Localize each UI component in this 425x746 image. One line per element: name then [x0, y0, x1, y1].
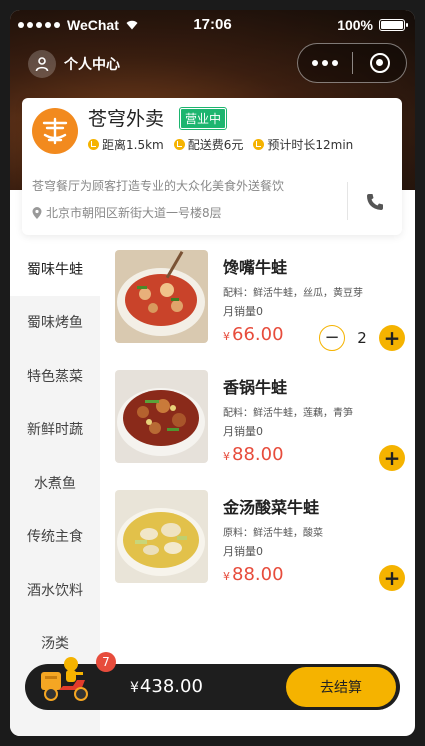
delivery-time-text: 预计时长12min	[267, 138, 354, 152]
product-price: ¥88.00	[223, 444, 284, 465]
divider	[347, 182, 348, 220]
product-name: 金汤酸菜牛蛙	[223, 498, 320, 517]
product-list: 馋嘴牛蛙 配料：鲜活牛蛙，丝瓜，黄豆芽 月销量0 ¥66.00 − 2 + 香锅…	[100, 242, 415, 672]
product-name: 香锅牛蛙	[223, 378, 288, 397]
category-item[interactable]: 新鲜时蔬	[10, 403, 100, 457]
category-item[interactable]: 酒水饮料	[10, 563, 100, 617]
product-image	[115, 490, 208, 583]
battery-percent: 100%	[337, 17, 373, 33]
category-item[interactable]: 特色蒸菜	[10, 349, 100, 403]
quantity-stepper: − 2 +	[319, 325, 405, 351]
add-to-cart-button[interactable]: +	[379, 325, 405, 351]
target-icon	[369, 53, 390, 73]
add-to-cart-button[interactable]: +	[379, 445, 405, 471]
product-item[interactable]: 馋嘴牛蛙 配料：鲜活牛蛙，丝瓜，黄豆芽 月销量0 ¥66.00 − 2 +	[115, 242, 415, 351]
cart-count-badge: 7	[96, 652, 116, 672]
category-item[interactable]: 蜀味烤鱼	[10, 296, 100, 350]
product-item[interactable]: 香锅牛蛙 配料：鲜活牛蛙，莲藕，青笋 月销量0 ¥88.00 +	[115, 362, 415, 471]
product-price: ¥66.00	[223, 324, 284, 345]
profile-label: 个人中心	[64, 57, 120, 73]
product-ingredients: 配料：鲜活牛蛙，莲藕，青笋	[223, 408, 353, 419]
checkout-button[interactable]: 去结算	[286, 667, 396, 707]
quantity-value: 2	[357, 329, 367, 347]
person-icon	[28, 50, 56, 78]
product-item[interactable]: 金汤酸菜牛蛙 原料：鲜活牛蛙，酸菜 月销量0 ¥88.00 +	[115, 482, 415, 591]
status-badge: 营业中	[178, 107, 228, 130]
product-monthly-sales: 月销量0	[223, 305, 263, 318]
product-monthly-sales: 月销量0	[223, 545, 263, 558]
delivery-fee-text: 配送费6元	[187, 138, 244, 152]
product-monthly-sales: 月销量0	[223, 425, 263, 438]
mini-program-capsule	[297, 43, 407, 83]
category-item[interactable]: 水煮鱼	[10, 456, 100, 510]
cart-bar: 7 ¥438.00 去结算	[25, 652, 400, 710]
distance-text: 距离1.5km	[102, 138, 164, 152]
phone-icon	[367, 194, 383, 210]
profile-button[interactable]: 个人中心	[28, 50, 120, 78]
shop-description: 苍穹餐厅为顾客打造专业的大众化美食外送餐饮	[32, 179, 285, 193]
delivery-fee-icon	[173, 139, 185, 150]
location-pin-icon	[32, 206, 42, 219]
shop-name: 苍穹外卖	[88, 108, 165, 130]
shop-address-text: 北京市朝阳区新街大道一号楼8层	[46, 206, 222, 220]
cart-total: ¥438.00	[130, 676, 203, 697]
delivery-scooter-icon[interactable]	[37, 650, 93, 706]
product-image	[115, 250, 208, 343]
call-shop-button[interactable]	[362, 190, 388, 214]
category-item[interactable]: 传统主食	[10, 510, 100, 564]
app-screen: WeChat 17:06 100% 个人中心 苍穹外卖 营业中 距离1.5km …	[10, 10, 415, 736]
time-icon	[253, 139, 265, 150]
close-mini-program-button[interactable]	[353, 44, 406, 82]
add-to-cart-button[interactable]: +	[379, 565, 405, 591]
shop-logo	[32, 108, 78, 154]
status-bar: WeChat 17:06 100%	[10, 10, 415, 40]
quantity-stepper: +	[379, 565, 405, 591]
category-item[interactable]: 蜀味牛蛙	[10, 242, 100, 296]
quantity-stepper: +	[379, 445, 405, 471]
battery-icon	[379, 19, 408, 31]
shop-address: 北京市朝阳区新街大道一号楼8层	[32, 204, 222, 221]
decrease-quantity-button[interactable]: −	[319, 325, 345, 351]
product-name: 馋嘴牛蛙	[223, 258, 288, 277]
shop-info-card: 苍穹外卖 营业中 距离1.5km 配送费6元 预计时长12min 苍穹餐厅为顾客…	[22, 98, 402, 235]
more-icon[interactable]	[298, 44, 352, 82]
product-ingredients: 配料：鲜活牛蛙，丝瓜，黄豆芽	[223, 288, 363, 299]
shop-meta: 距离1.5km 配送费6元 预计时长12min	[88, 136, 353, 153]
distance-icon	[88, 139, 99, 150]
product-image	[115, 370, 208, 463]
product-ingredients: 原料：鲜活牛蛙，酸菜	[223, 528, 323, 539]
product-price: ¥88.00	[223, 564, 284, 585]
